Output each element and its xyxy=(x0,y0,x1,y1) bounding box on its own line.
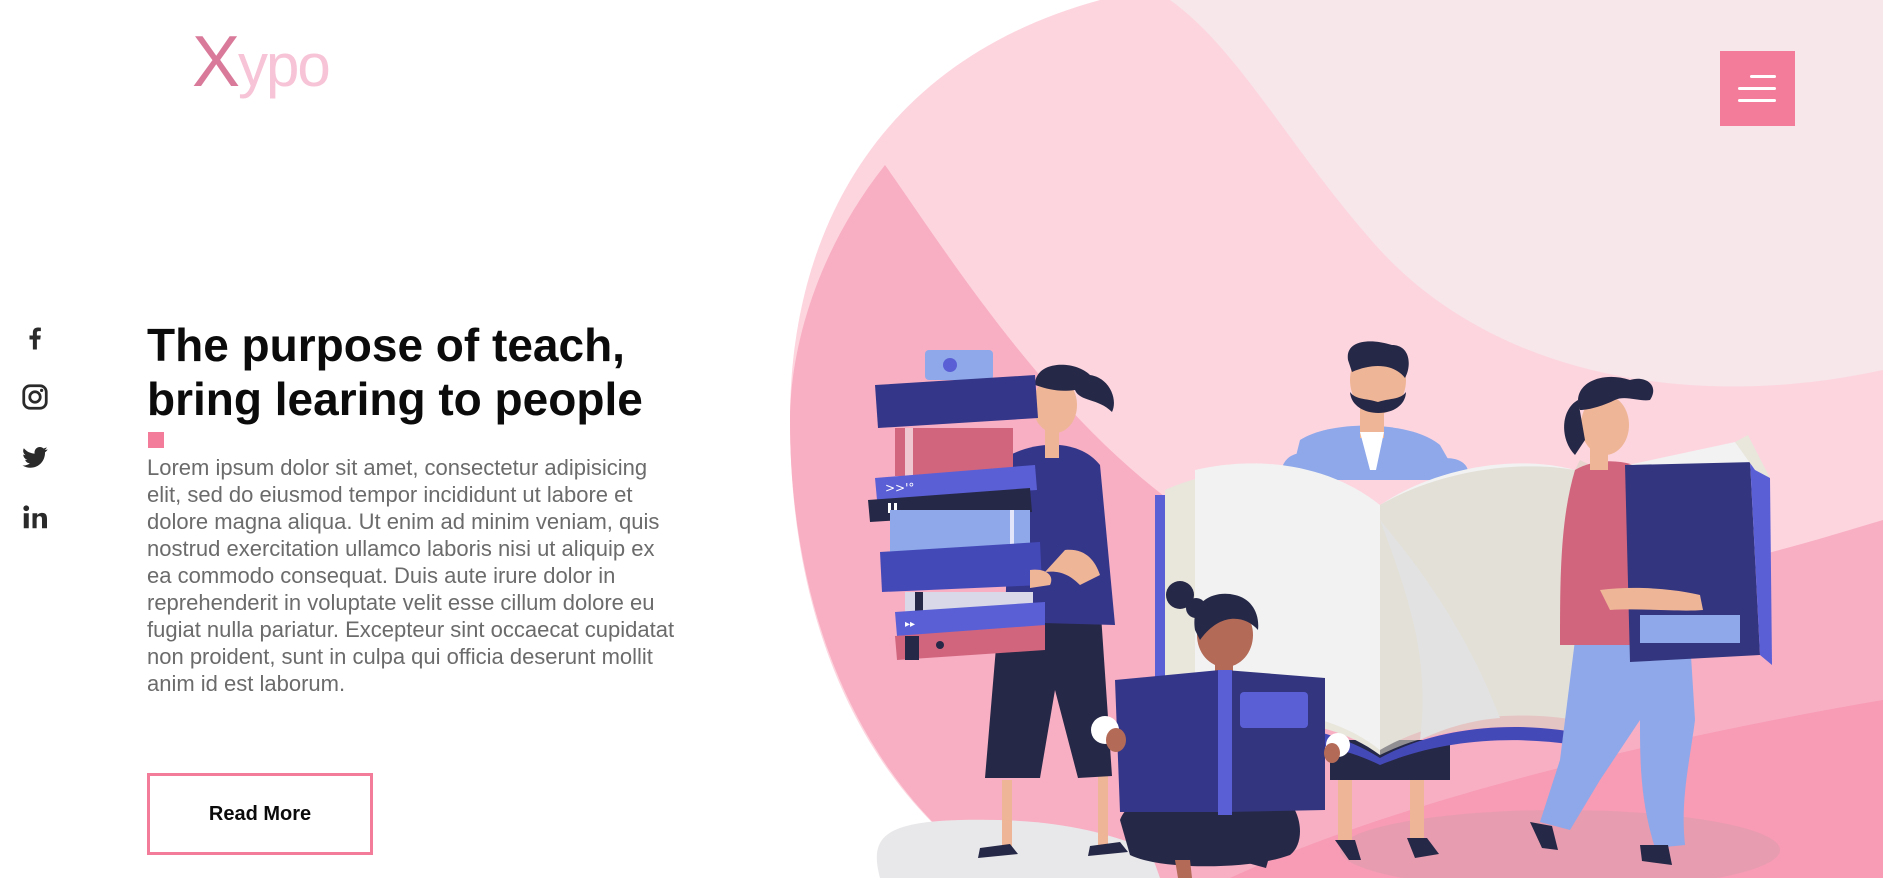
people-reading-books-illustration: >>'° ▸▸ xyxy=(868,341,1780,878)
svg-text:>>'°: >>'° xyxy=(885,481,914,495)
person-with-book-stack: >>'° ▸▸ xyxy=(868,350,1128,858)
woman-with-blue-book xyxy=(1530,376,1772,865)
svg-text:▸▸: ▸▸ xyxy=(905,619,915,630)
